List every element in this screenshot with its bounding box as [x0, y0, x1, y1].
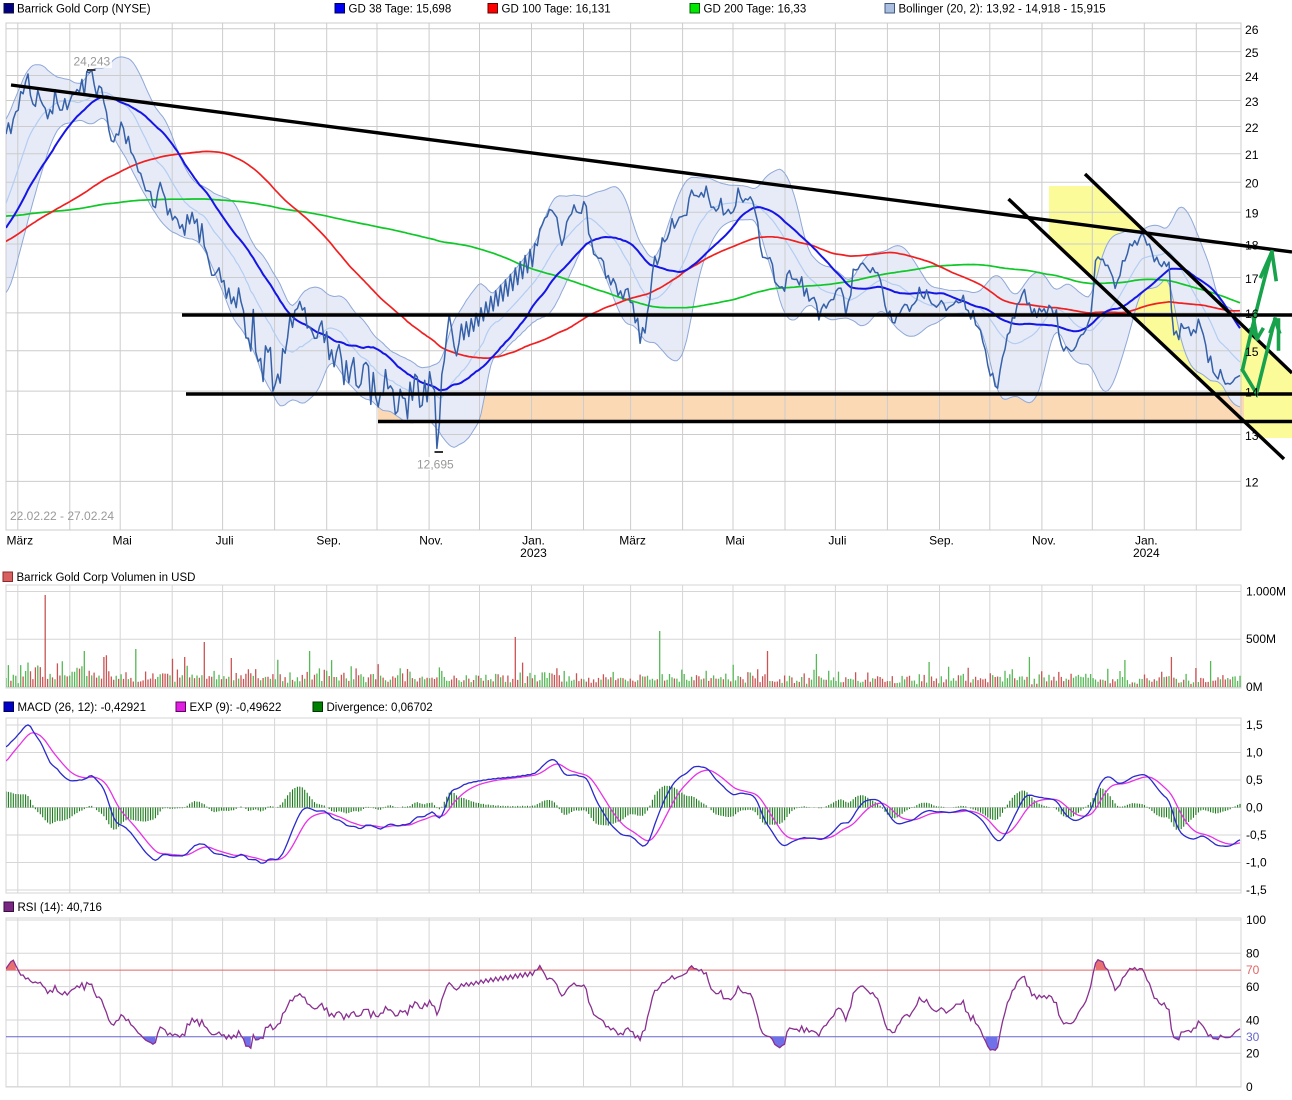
svg-text:26: 26 [1245, 23, 1259, 37]
svg-text:Sep.: Sep. [316, 534, 341, 548]
svg-text:Barrick Gold Corp Volumen in U: Barrick Gold Corp Volumen in USD [17, 572, 196, 584]
svg-text:13: 13 [1245, 429, 1259, 443]
svg-text:Barrick Gold Corp (NYSE): Barrick Gold Corp (NYSE) [17, 4, 151, 16]
svg-text:Mai: Mai [725, 534, 744, 548]
svg-text:20: 20 [1246, 1047, 1260, 1061]
svg-text:20: 20 [1245, 177, 1259, 191]
svg-text:70: 70 [1246, 963, 1260, 977]
svg-text:30: 30 [1246, 1030, 1260, 1044]
svg-text:15: 15 [1245, 345, 1259, 359]
svg-text:21: 21 [1245, 148, 1259, 162]
svg-text:März: März [6, 534, 33, 548]
svg-text:22.02.22 - 27.02.24: 22.02.22 - 27.02.24 [10, 509, 114, 523]
svg-text:Bollinger (20, 2): 13,92 - 14,: Bollinger (20, 2): 13,92 - 14,918 - 15,9… [899, 4, 1106, 16]
svg-text:80: 80 [1246, 947, 1260, 961]
svg-text:Divergence: 0,06702: Divergence: 0,06702 [327, 702, 433, 714]
svg-text:1.000M: 1.000M [1246, 585, 1286, 599]
svg-text:24: 24 [1245, 70, 1259, 84]
svg-text:Nov.: Nov. [1032, 534, 1056, 548]
svg-text:RSI (14): 40,716: RSI (14): 40,716 [18, 902, 102, 914]
svg-text:22: 22 [1245, 121, 1259, 135]
svg-text:GD 200 Tage: 16,33: GD 200 Tage: 16,33 [704, 4, 807, 16]
svg-text:-0,5: -0,5 [1246, 828, 1267, 842]
svg-text:16: 16 [1245, 307, 1259, 321]
svg-text:EXP (9): -0,49622: EXP (9): -0,49622 [190, 702, 282, 714]
svg-text:MACD (26, 12): -0,42921: MACD (26, 12): -0,42921 [18, 702, 146, 714]
svg-text:-1,5: -1,5 [1246, 883, 1267, 897]
svg-text:2024: 2024 [1133, 546, 1160, 560]
svg-text:500M: 500M [1246, 632, 1276, 646]
svg-text:1,5: 1,5 [1246, 718, 1263, 732]
svg-text:Nov.: Nov. [419, 534, 443, 548]
svg-text:Juli: Juli [216, 534, 234, 548]
svg-text:Juli: Juli [828, 534, 846, 548]
svg-text:0: 0 [1246, 1080, 1253, 1094]
svg-text:12,695: 12,695 [417, 458, 454, 472]
svg-text:GD 100 Tage: 16,131: GD 100 Tage: 16,131 [502, 4, 611, 16]
svg-text:0M: 0M [1246, 680, 1263, 694]
svg-text:60: 60 [1246, 980, 1260, 994]
svg-text:14: 14 [1245, 385, 1259, 399]
svg-text:März: März [619, 534, 646, 548]
svg-text:Mai: Mai [113, 534, 132, 548]
svg-text:GD 38 Tage: 15,698: GD 38 Tage: 15,698 [349, 4, 452, 16]
svg-text:24,243: 24,243 [74, 55, 111, 69]
svg-text:100: 100 [1246, 913, 1266, 927]
svg-text:23: 23 [1245, 95, 1259, 109]
svg-text:17: 17 [1245, 272, 1259, 286]
svg-text:2023: 2023 [520, 546, 547, 560]
svg-text:0,0: 0,0 [1246, 801, 1263, 815]
svg-text:40: 40 [1246, 1014, 1260, 1028]
svg-text:Sep.: Sep. [929, 534, 954, 548]
svg-text:-1,0: -1,0 [1246, 856, 1267, 870]
svg-text:19: 19 [1245, 207, 1259, 221]
svg-text:12: 12 [1245, 476, 1259, 490]
svg-text:0,5: 0,5 [1246, 773, 1263, 787]
svg-text:18: 18 [1245, 238, 1259, 252]
svg-text:25: 25 [1245, 46, 1259, 60]
svg-text:1,0: 1,0 [1246, 746, 1263, 760]
